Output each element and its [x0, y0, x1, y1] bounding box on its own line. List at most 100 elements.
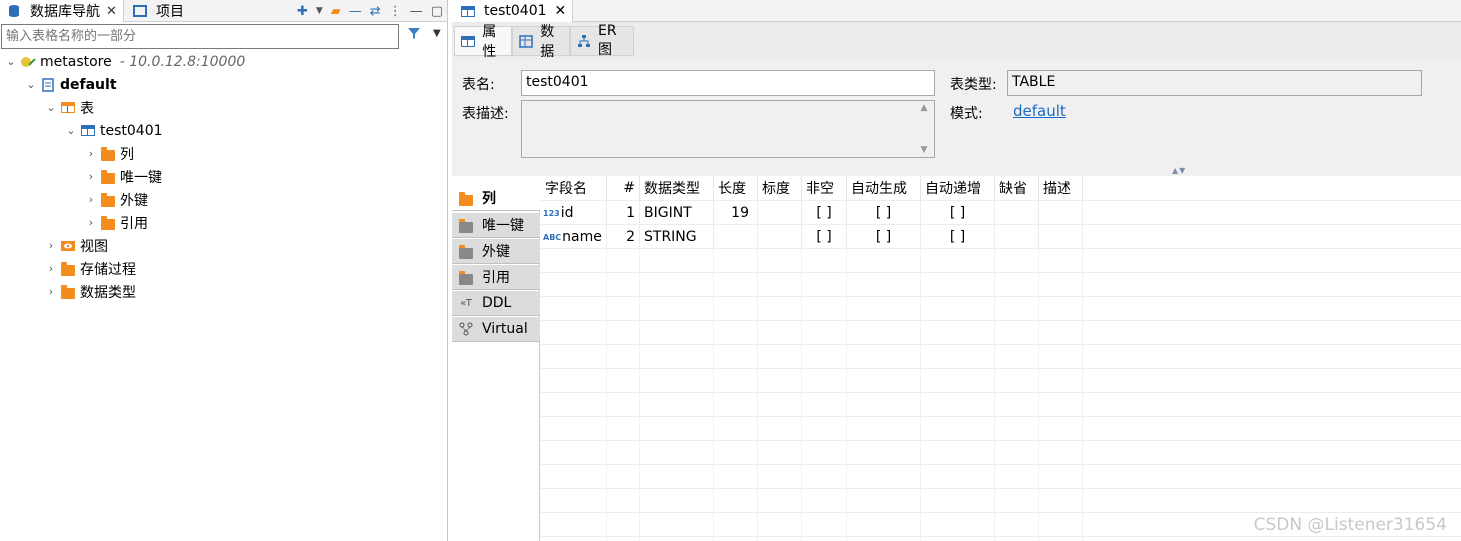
tree-node-references[interactable]: › 引用 [84, 211, 148, 234]
column-header[interactable]: 标度 [758, 176, 802, 200]
tree-node-connection[interactable]: ⌄ metastore - 10.0.12.8:10000 [4, 50, 245, 73]
close-icon[interactable]: ✕ [555, 3, 567, 19]
vtab-label: 外键 [482, 244, 510, 260]
column-header[interactable]: 描述 [1039, 176, 1083, 200]
column-header[interactable]: 缺省 [995, 176, 1039, 200]
chevron-down-icon[interactable]: ⌄ [4, 55, 18, 68]
collapse-panel-icon[interactable]: ▲▼ [1172, 166, 1186, 175]
grid-line [757, 248, 758, 541]
tab-properties[interactable]: 属性 [454, 24, 512, 60]
table-icon [460, 4, 476, 18]
chevron-down-icon[interactable]: ⌄ [64, 124, 78, 137]
field-default[interactable] [995, 201, 1039, 225]
virtual-icon [458, 322, 474, 336]
table-filter-input[interactable] [1, 24, 399, 49]
field-notnull-checkbox[interactable]: [ ] [802, 201, 847, 225]
vtab-references[interactable]: 引用 [452, 265, 540, 290]
chevron-right-icon[interactable]: › [84, 170, 98, 183]
tables-folder-icon [60, 101, 76, 115]
field-autogen-checkbox[interactable]: [ ] [847, 225, 921, 249]
chevron-right-icon[interactable]: › [84, 147, 98, 160]
view-menu-icon[interactable]: ⋮ [389, 4, 402, 19]
tab-data[interactable]: 数据 [512, 24, 570, 60]
grid-line [541, 296, 1461, 297]
grid-line [541, 536, 1461, 537]
maximize-icon[interactable]: ▢ [431, 4, 443, 19]
field-index: 2 [607, 225, 640, 249]
table-description-textarea[interactable]: ▲ ▼ [521, 100, 935, 158]
tree-node-table[interactable]: ⌄ test0401 [64, 119, 162, 142]
chevron-down-icon[interactable]: ▼ [316, 6, 323, 16]
table-name-field[interactable]: test0401 [521, 70, 935, 96]
table-type-field: TABLE [1007, 70, 1422, 96]
columns-vertical-tabs: 列 唯一键 外键 引用 «T DDL Virtual [452, 186, 540, 541]
minimize-icon[interactable]: — [410, 4, 423, 19]
vtab-virtual[interactable]: Virtual [452, 317, 540, 342]
chevron-right-icon[interactable]: › [44, 262, 58, 275]
grid-line [639, 248, 640, 541]
grid-line [541, 512, 1461, 513]
column-header[interactable]: 数据类型 [640, 176, 714, 200]
new-connection-icon[interactable]: ✚ [297, 4, 308, 19]
field-autogen-checkbox[interactable]: [ ] [847, 201, 921, 225]
chevron-right-icon[interactable]: › [84, 216, 98, 229]
field-autoinc-checkbox[interactable]: [ ] [921, 201, 995, 225]
textarea-scrollbar[interactable]: ▲ ▼ [918, 101, 930, 157]
vtab-unique-keys[interactable]: 唯一键 [452, 213, 540, 238]
tree-node-columns[interactable]: › 列 [84, 142, 134, 165]
tree-node-views[interactable]: › 视图 [44, 234, 108, 257]
tree-node-foreign-keys[interactable]: › 外键 [84, 188, 148, 211]
field-description[interactable] [1039, 225, 1083, 249]
grid-line [541, 464, 1461, 465]
chevron-right-icon[interactable]: › [44, 285, 58, 298]
chevron-right-icon[interactable]: › [84, 193, 98, 206]
column-header[interactable]: # [607, 176, 640, 200]
close-icon[interactable]: ✕ [106, 4, 117, 19]
tree-node-datatypes[interactable]: › 数据类型 [44, 280, 136, 303]
new-folder-icon[interactable]: ▰ [331, 4, 341, 19]
chevron-down-icon[interactable]: ⌄ [24, 78, 38, 91]
tab-database-navigator[interactable]: 数据库导航 ✕ [0, 0, 124, 22]
table-row[interactable]: ABC name [541, 225, 607, 249]
schema-link[interactable]: default [1013, 102, 1066, 120]
tree-node-tables[interactable]: ⌄ 表 [44, 96, 94, 119]
collapse-all-icon[interactable]: — [349, 4, 362, 19]
editor-tab-label: test0401 [484, 3, 547, 19]
field-scale[interactable] [758, 201, 802, 225]
field-notnull-checkbox[interactable]: [ ] [802, 225, 847, 249]
grid-line [541, 272, 1461, 273]
field-description[interactable] [1039, 201, 1083, 225]
field-type[interactable]: BIGINT [640, 201, 714, 225]
chevron-right-icon[interactable]: › [44, 239, 58, 252]
vtab-foreign-keys[interactable]: 外键 [452, 239, 540, 264]
filter-icon[interactable] [407, 26, 421, 44]
field-scale[interactable] [758, 225, 802, 249]
field-length[interactable] [714, 225, 758, 249]
tree-node-procedures[interactable]: › 存储过程 [44, 257, 136, 280]
tree-node-database[interactable]: ⌄ default [24, 73, 116, 96]
field-autoinc-checkbox[interactable]: [ ] [921, 225, 995, 249]
chevron-down-icon[interactable]: ▼ [433, 28, 441, 39]
tree-node-unique-keys[interactable]: › 唯一键 [84, 165, 162, 188]
column-header[interactable]: 自动生成 [847, 176, 921, 200]
grid-line [541, 368, 1461, 369]
column-header[interactable]: 自动递增 [921, 176, 995, 200]
column-header[interactable]: 字段名 [541, 176, 607, 200]
column-header[interactable]: 非空 [802, 176, 847, 200]
vtab-columns[interactable]: 列 [452, 186, 540, 211]
editor-tab-test0401[interactable]: test0401 ✕ [452, 0, 574, 22]
table-icon [80, 124, 96, 138]
schema-label: 模式: [950, 106, 983, 122]
field-default[interactable] [995, 225, 1039, 249]
column-header[interactable]: 长度 [714, 176, 758, 200]
table-row[interactable]: 123 id [541, 201, 607, 225]
field-type[interactable]: STRING [640, 225, 714, 249]
tab-projects[interactable]: 项目 [126, 0, 188, 22]
link-editor-icon[interactable]: ⇄ [370, 4, 381, 19]
database-navigator-panel: 数据库导航 ✕ 项目 ✚ ▼ ▰ — ⇄ ⋮ — ▢ ▼ ⌄ [0, 0, 448, 541]
vtab-ddl[interactable]: «T DDL [452, 291, 540, 316]
grid-line [541, 248, 1461, 249]
tab-er-diagram[interactable]: ER 图 [570, 23, 634, 58]
chevron-down-icon[interactable]: ⌄ [44, 101, 58, 114]
field-length[interactable]: 19 [714, 201, 758, 225]
